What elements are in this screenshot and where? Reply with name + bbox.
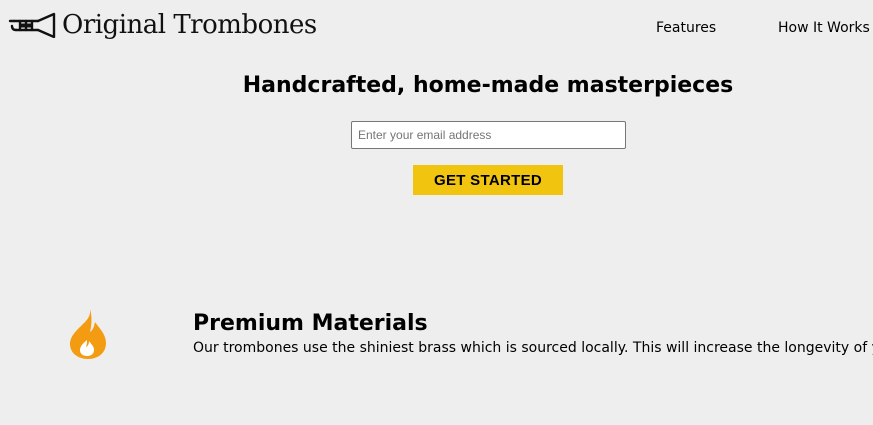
trombone-icon — [8, 12, 56, 38]
logo[interactable]: Original Trombones — [8, 10, 317, 40]
brand-name: Original Trombones — [62, 10, 317, 40]
feature-description: Our trombones use the shiniest brass whi… — [193, 340, 873, 356]
hero-title: Handcrafted, home-made masterpieces — [242, 73, 734, 98]
email-input[interactable] — [351, 121, 626, 149]
landing-page: Original Trombones Features How It Works… — [0, 0, 873, 425]
nav-link-features[interactable]: Features — [656, 20, 716, 36]
nav-link-how-it-works[interactable]: How It Works — [778, 20, 870, 36]
fire-icon — [70, 309, 106, 359]
get-started-button[interactable]: GET STARTED — [413, 165, 563, 195]
feature-title: Premium Materials — [193, 311, 428, 336]
page-header: Original Trombones Features How It Works — [0, 0, 873, 58]
